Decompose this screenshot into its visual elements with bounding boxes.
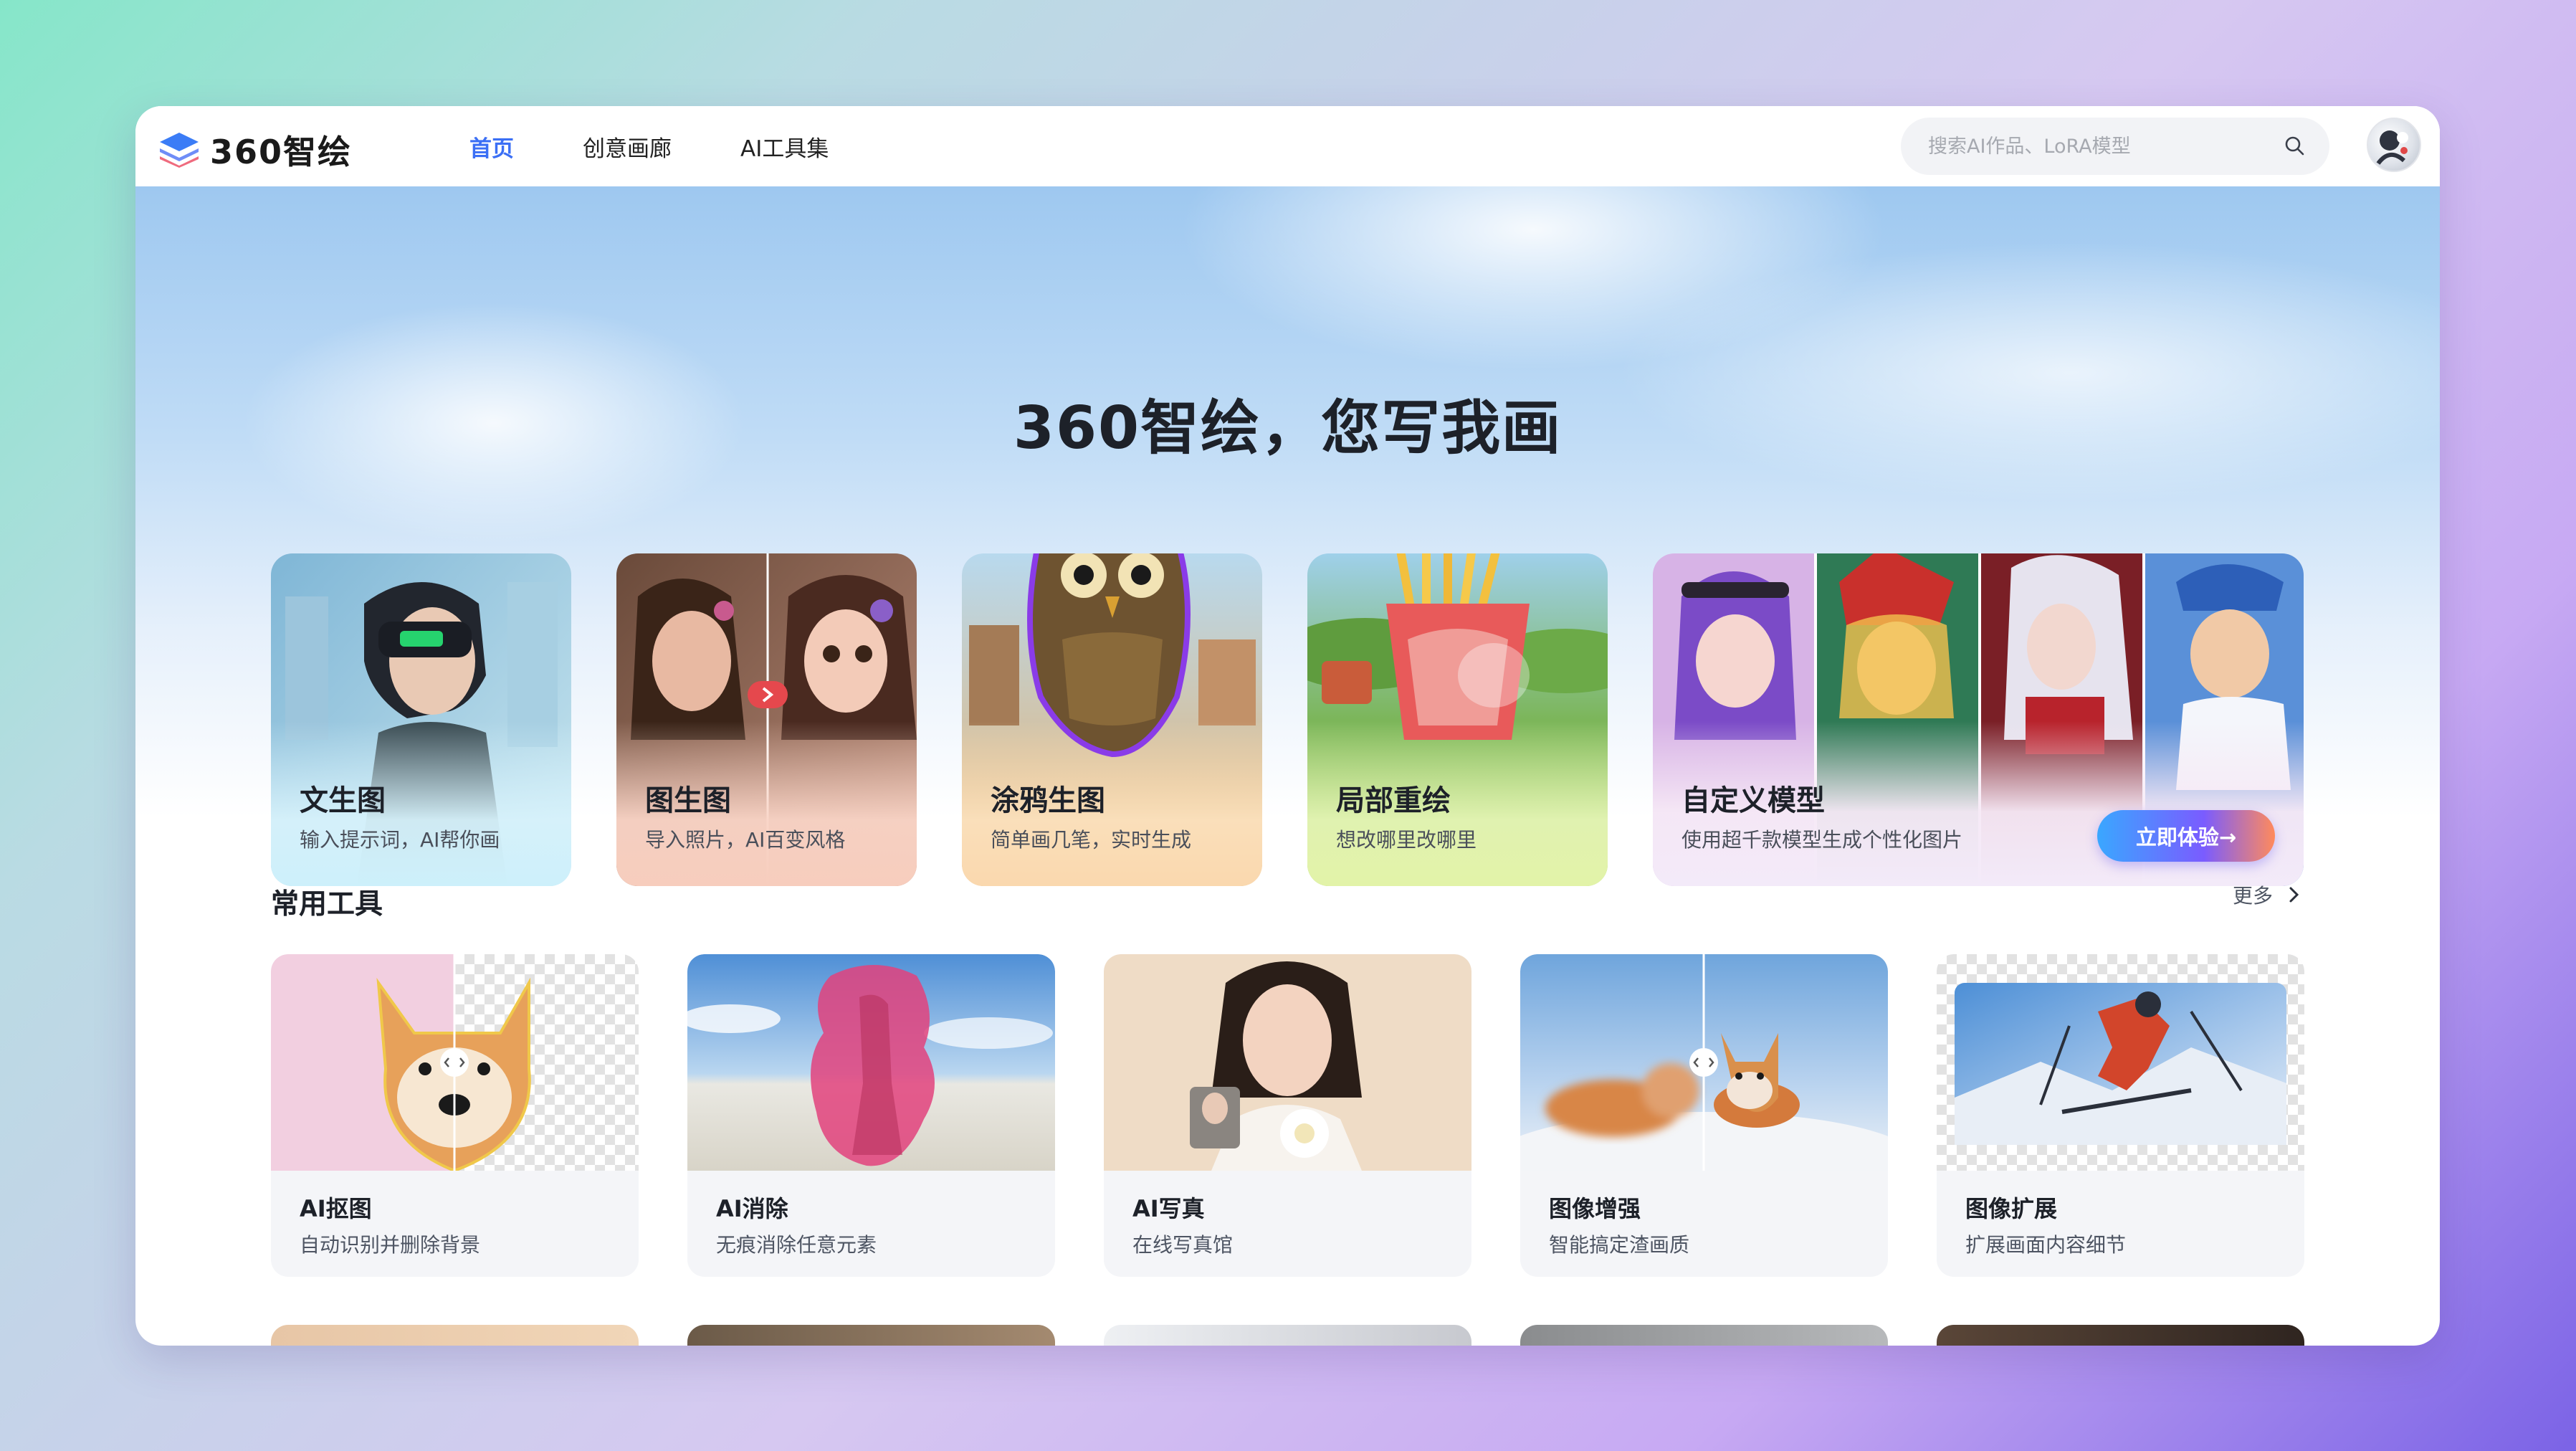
logo[interactable]: 360智绘 — [158, 126, 352, 173]
nav-item-home[interactable]: 首页 — [469, 130, 514, 163]
feature-title: 涂鸦生图 — [991, 784, 1105, 817]
feature-subtitle: 使用超千款模型生成个性化图片 — [1681, 828, 1963, 852]
feature-card-custom-model[interactable]: 自定义模型 使用超千款模型生成个性化图片 立即体验→ — [1653, 553, 2304, 886]
feature-card-inpainting[interactable]: 局部重绘 想改哪里改哪里 — [1307, 553, 1608, 886]
avatar[interactable] — [2367, 118, 2421, 172]
feature-title: 图生图 — [645, 784, 731, 817]
tool-subtitle: 在线写真馆 — [1132, 1233, 1234, 1257]
tool-card-next-row[interactable] — [271, 1325, 639, 1346]
tool-erase-thumbnail — [687, 954, 1055, 1171]
common-tools-title: 常用工具 — [271, 888, 383, 920]
hero-title: 360智绘，您写我画 — [1013, 394, 1563, 462]
tool-title: AI消除 — [716, 1195, 788, 1222]
tool-cutout-thumbnail — [271, 954, 639, 1171]
tool-enhance-thumbnail — [1520, 954, 1888, 1171]
tool-subtitle: 扩展画面内容细节 — [1965, 1233, 2127, 1257]
tool-card-enhance[interactable]: 图像增强 智能搞定渣画质 — [1520, 954, 1888, 1277]
tool-card-outpaint[interactable]: 图像扩展 扩展画面内容细节 — [1937, 954, 2304, 1277]
portrait-image — [1104, 954, 1471, 1171]
hero-section: 360智绘，您写我画 文生图 输入提示词，AI帮你画 图生图 导入照片，AI百变… — [135, 186, 2440, 903]
tool-outpaint-thumbnail — [1937, 954, 2304, 1171]
avatar-image — [2376, 130, 2408, 165]
nav-item-gallery[interactable]: 创意画廊 — [583, 130, 672, 163]
logo-layers-icon — [160, 133, 199, 168]
feature-card-text-to-image[interactable]: 文生图 输入提示词，AI帮你画 — [271, 553, 571, 886]
tool-title: 图像扩展 — [1965, 1195, 2058, 1222]
logo-text: 360智绘 — [210, 133, 353, 171]
feature-subtitle: 输入提示词，AI帮你画 — [300, 828, 500, 852]
more-link-label: 更多 — [2232, 884, 2273, 908]
more-tools-link[interactable]: 更多 — [2233, 880, 2304, 909]
chevron-right-icon — [2289, 887, 2299, 903]
shiba-dog-image — [376, 954, 531, 1171]
tool-subtitle: 无痕消除任意元素 — [716, 1233, 877, 1257]
app-window: 360智绘 首页 创意画廊 AI工具集 360智绘，您写我画 — [135, 106, 2440, 1346]
tool-portrait-thumbnail — [1104, 954, 1471, 1171]
tool-card-next-row[interactable] — [687, 1325, 1055, 1346]
search-input[interactable] — [1927, 134, 2274, 158]
feature-title: 自定义模型 — [1681, 784, 1825, 817]
tool-card-next-row[interactable] — [1937, 1325, 2304, 1346]
nav-item-ai-tools[interactable]: AI工具集 — [740, 130, 829, 163]
desert-erase-image — [687, 954, 1055, 1171]
try-now-button[interactable]: 立即体验→ — [2097, 810, 2275, 862]
feature-card-image-to-image[interactable]: 图生图 导入照片，AI百变风格 — [616, 553, 917, 886]
tool-card-portrait[interactable]: AI写真 在线写真馆 — [1104, 954, 1471, 1277]
tool-card-erase[interactable]: AI消除 无痕消除任意元素 — [687, 954, 1055, 1277]
feature-subtitle: 想改哪里改哪里 — [1336, 828, 1477, 852]
feature-card-sketch-to-image[interactable]: 涂鸦生图 简单画几笔，实时生成 — [962, 553, 1262, 886]
skier-image — [1955, 983, 2286, 1145]
feature-title: 局部重绘 — [1336, 784, 1451, 817]
search-icon[interactable] — [2284, 135, 2305, 156]
tool-subtitle: 智能搞定渣画质 — [1549, 1233, 1690, 1257]
search-bar[interactable] — [1901, 118, 2329, 175]
feature-subtitle: 简单画几笔，实时生成 — [991, 828, 1192, 852]
tool-subtitle: 自动识别并删除背景 — [300, 1233, 481, 1257]
tool-title: AI写真 — [1132, 1195, 1205, 1222]
top-navigation-bar: 360智绘 首页 创意画廊 AI工具集 — [135, 106, 2440, 186]
fox-enhance-image — [1520, 954, 1888, 1171]
tool-card-cutout[interactable]: AI抠图 自动识别并删除背景 — [271, 954, 639, 1277]
tool-title: 图像增强 — [1549, 1195, 1641, 1222]
tool-card-next-row[interactable] — [1520, 1325, 1888, 1346]
feature-title: 文生图 — [300, 784, 386, 817]
tool-card-next-row[interactable] — [1104, 1325, 1471, 1346]
main-nav: 首页 创意画廊 AI工具集 — [469, 106, 897, 186]
tool-title: AI抠图 — [300, 1195, 372, 1222]
feature-subtitle: 导入照片，AI百变风格 — [645, 828, 846, 852]
